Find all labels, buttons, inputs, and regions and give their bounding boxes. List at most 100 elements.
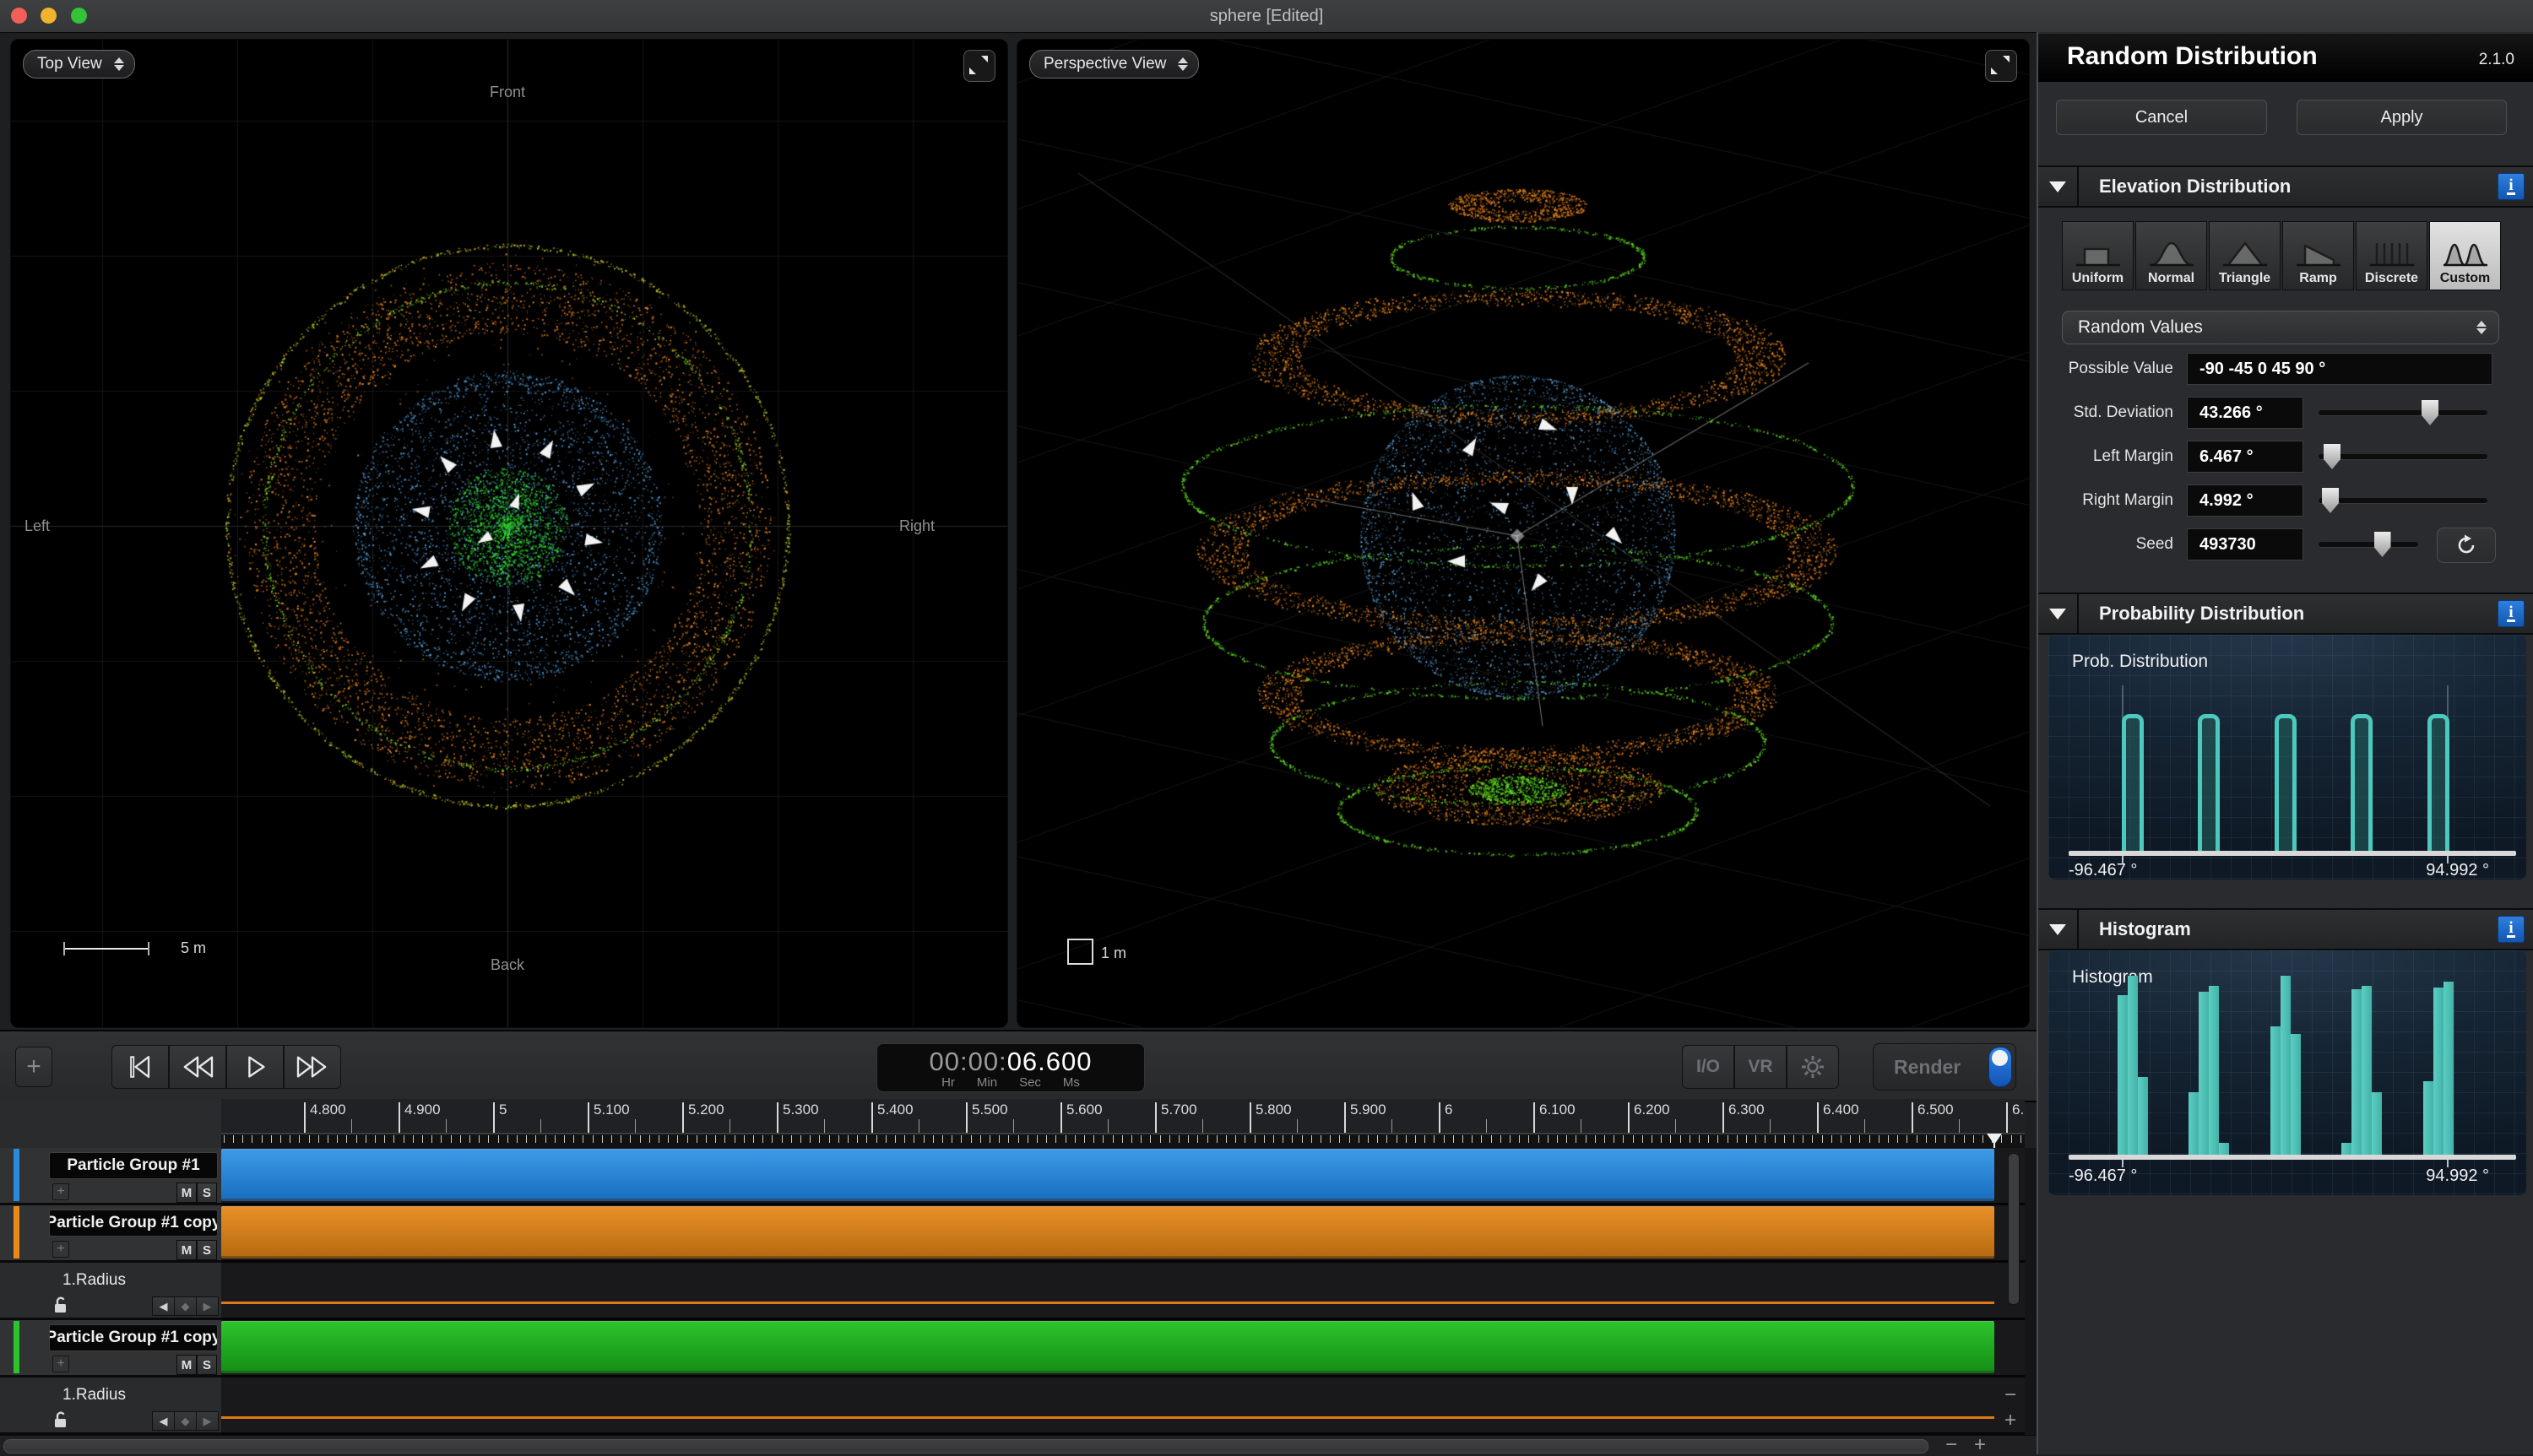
clip-bar[interactable] [221,1321,1994,1373]
automation-curve[interactable] [221,1302,1994,1304]
render-toggle[interactable] [1988,1047,2012,1087]
dist-type-discrete-button[interactable]: .f{fill:rgba(140,140,140,.6);stroke:#eee… [2356,221,2427,290]
prev-keyframe-button[interactable]: ◀ [152,1296,175,1316]
ruler-minor-tick [895,1135,896,1143]
ruler-major-tick [966,1102,968,1133]
io-button[interactable]: I/O [1682,1045,1734,1089]
disclosure-button[interactable] [2038,594,2079,633]
dist-type-triangle-button[interactable]: .f{fill:rgba(140,140,140,.6);stroke:#eee… [2209,221,2281,290]
viewport-left-label: Left [24,517,51,534]
tracks-vscrollbar[interactable] [2008,1153,2020,1305]
info-button[interactable]: i [2498,173,2525,200]
param-row: Right Margin 4.992 ° [2038,484,2533,522]
param-value-field[interactable]: 6.467 ° [2187,441,2303,473]
ruler-minor-tick [1708,1135,1710,1143]
param-slider[interactable] [2319,444,2487,469]
fast-forward-button[interactable] [284,1045,341,1089]
fast-forward-icon [296,1056,327,1078]
vr-button[interactable]: VR [1734,1045,1787,1089]
solo-button[interactable]: S [197,1183,217,1203]
maximize-viewport-button[interactable] [1985,50,2017,82]
track-name-box[interactable]: Particle Group #1 copy [49,1324,218,1351]
param-value-field[interactable]: 493730 [2187,528,2303,560]
ruler-minor-tick [923,1135,925,1143]
lock-icon[interactable] [51,1410,71,1430]
ruler-major-tick [1250,1102,1251,1133]
mute-button[interactable]: M [176,1183,197,1203]
ruler-minor-tick [1679,1135,1681,1143]
hscroll-thumb[interactable] [3,1439,1928,1453]
solo-button[interactable]: S [197,1240,217,1260]
timeline-zoom-out-button[interactable]: − [1945,1435,1957,1455]
ruler-minor-tick [393,1135,395,1143]
param-slider[interactable] [2319,400,2487,425]
add-track-button[interactable]: + [15,1047,52,1087]
disclosure-button[interactable] [2038,910,2079,949]
tracks-zoom-in-button[interactable]: + [2004,1410,2016,1431]
ruler-minor-tick [1348,1135,1350,1143]
value-mode-select[interactable]: Random Values [2062,311,2499,344]
clip-bar[interactable] [221,1149,1994,1201]
slider-thumb[interactable] [2322,488,2339,513]
go-to-start-button[interactable] [111,1045,169,1089]
apply-button[interactable]: Apply [2297,100,2507,135]
ruler-major-tick [2006,1102,2008,1133]
add-keyframe-button[interactable]: ◆ [174,1411,197,1431]
cancel-button[interactable]: Cancel [2056,100,2267,135]
play-button[interactable] [226,1045,284,1089]
prev-keyframe-button[interactable]: ◀ [152,1411,175,1431]
next-keyframe-button[interactable]: ▶ [196,1411,219,1431]
param-value-field[interactable]: -90 -45 0 45 90 ° [2187,353,2492,385]
param-slider[interactable] [2319,488,2487,513]
ruler-minor-tick [1037,1135,1038,1143]
dist-type-custom-button[interactable]: .f{fill:rgba(140,140,140,.6);stroke:#1c1… [2429,221,2501,290]
slider-thumb[interactable] [2373,532,2391,557]
info-button[interactable]: i [2498,600,2525,627]
settings-button[interactable] [1787,1045,1839,1089]
render-button[interactable]: Render [1894,1056,1961,1079]
ruler-minor-tick [866,1135,868,1143]
timeline-zoom-in-button[interactable]: + [1974,1435,1986,1455]
probability-distribution-chart[interactable]: Prob. Distribution -96.467 ° 94.992 ° [2048,635,2526,880]
top-viewport[interactable]: Top View Front Back Left Right 5 m [10,39,1008,1028]
perspective-viewport[interactable]: Perspective View 1 m [1017,39,2030,1028]
maximize-viewport-button[interactable] [963,50,995,82]
solo-button[interactable]: S [197,1355,217,1375]
ruler-half-tick [1297,1119,1298,1133]
slider-thumb[interactable] [2324,444,2340,469]
histogram-bar [2422,1081,2433,1155]
ruler-minor-tick [1982,1135,1983,1143]
param-value-field[interactable]: 43.266 ° [2187,397,2303,429]
dist-type-uniform-button[interactable]: .f{fill:rgba(140,140,140,.6);stroke:#eee… [2062,221,2134,290]
add-parameter-button[interactable]: + [52,1241,69,1258]
top-view-selector[interactable]: Top View [23,50,135,78]
add-keyframe-button[interactable]: ◆ [174,1296,197,1316]
track-name-box[interactable]: Particle Group #1 copy [49,1210,218,1237]
mute-button[interactable]: M [176,1355,197,1375]
next-keyframe-button[interactable]: ▶ [196,1296,219,1316]
viewport-right-label: Right [898,517,936,534]
dist-type-normal-button[interactable]: .f{fill:rgba(140,140,140,.6);stroke:#eee… [2135,221,2207,290]
time-display[interactable]: 00:00:06.600 Hr Min Sec Ms [876,1043,1145,1092]
info-button[interactable]: i [2498,916,2525,943]
mute-button[interactable]: M [176,1240,197,1260]
param-slider[interactable] [2319,532,2418,557]
track-name-box[interactable]: Particle Group #1 [49,1152,218,1179]
tracks-zoom-out-button[interactable]: − [2004,1385,2016,1405]
ruler-minor-tick [1452,1135,1454,1143]
seed-refresh-button[interactable] [2437,528,2496,563]
automation-curve[interactable] [221,1416,1994,1419]
timeline-ruler[interactable]: 4.800 4.900 5 5.100 5.200 5.300 5.400 5.500 5.60… [221,1099,2025,1148]
histogram-bar [2433,988,2444,1155]
clip-bar[interactable] [221,1206,1994,1258]
dist-type-ramp-button[interactable]: .f{fill:rgba(140,140,140,.6);stroke:#eee… [2282,221,2354,290]
param-value-field[interactable]: 4.992 ° [2187,484,2303,517]
rewind-button[interactable] [169,1045,226,1089]
lock-icon[interactable] [51,1295,71,1315]
disclosure-button[interactable] [2038,167,2079,206]
ruler-minor-tick [1632,1135,1634,1143]
add-parameter-button[interactable]: + [52,1183,69,1200]
add-parameter-button[interactable]: + [52,1356,69,1372]
perspective-view-selector[interactable]: Perspective View [1029,50,1200,78]
slider-thumb[interactable] [2422,400,2438,425]
